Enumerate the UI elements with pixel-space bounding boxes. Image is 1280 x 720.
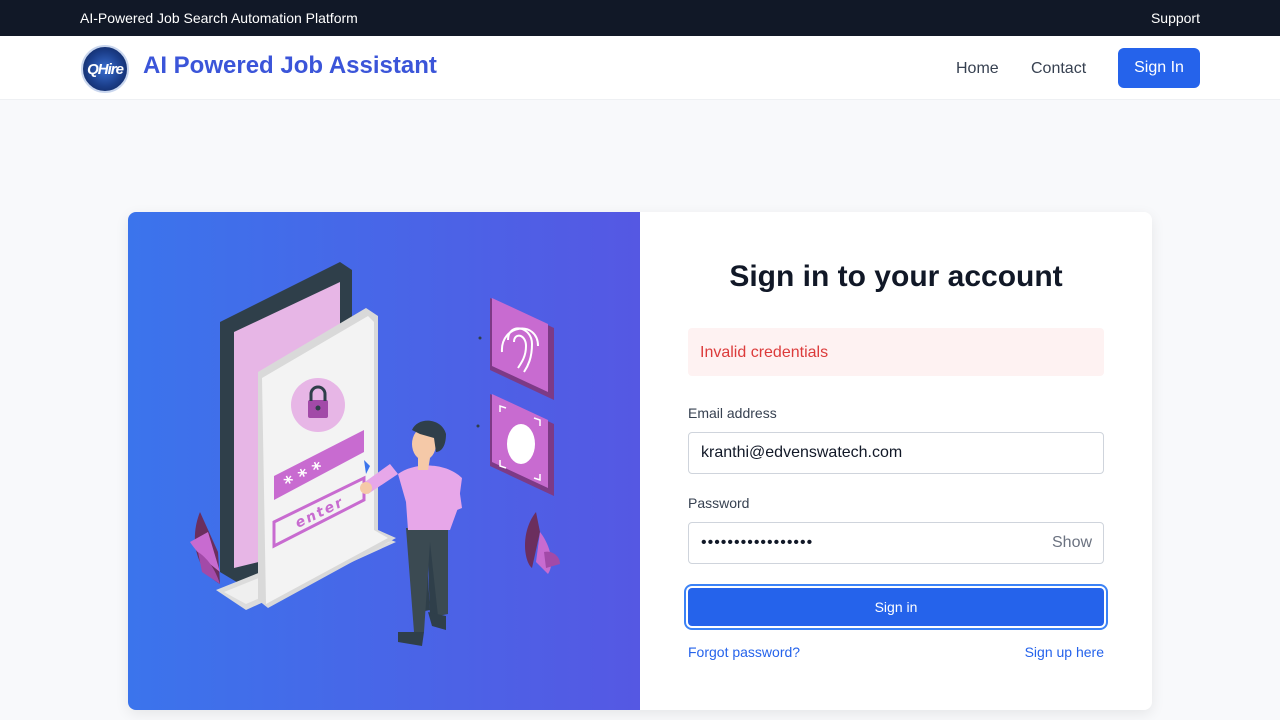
login-illustration-panel: * * * enter [128,212,640,710]
signin-submit-button[interactable]: Sign in [688,588,1104,626]
signup-link[interactable]: Sign up here [1025,644,1104,660]
error-alert: Invalid credentials [688,328,1104,376]
show-password-toggle[interactable]: Show [1052,534,1092,552]
signin-card: * * * enter Sign in to your account Inva… [128,212,1152,710]
plant-left-icon [190,512,220,584]
plant-right-icon [525,512,560,574]
smartphone-icon [216,262,396,610]
form-title: Sign in to your account [729,260,1063,293]
password-input[interactable] [688,522,1104,564]
support-link[interactable]: Support [1151,10,1200,26]
face-recognition-card-icon [490,394,554,496]
main-navbar: QHire AI Powered Job Assistant Home Cont… [0,36,1280,100]
nav-contact-link[interactable]: Contact [1031,60,1086,78]
nav-signin-button[interactable]: Sign In [1118,48,1200,88]
email-label: Email address [688,405,777,421]
password-label: Password [688,495,750,511]
forgot-password-link[interactable]: Forgot password? [688,644,800,660]
login-illustration: * * * enter [190,262,560,646]
brand-title[interactable]: AI Powered Job Assistant [143,52,437,80]
platform-tagline: AI-Powered Job Search Automation Platfor… [80,10,358,26]
signin-form: Sign in to your account Invalid credenti… [640,212,1152,710]
top-announcement-bar: AI-Powered Job Search Automation Platfor… [0,0,1280,36]
email-input[interactable] [688,432,1104,474]
fingerprint-card-icon [490,298,554,400]
qhire-logo[interactable]: QHire [81,45,129,93]
nav-home-link[interactable]: Home [956,60,999,78]
